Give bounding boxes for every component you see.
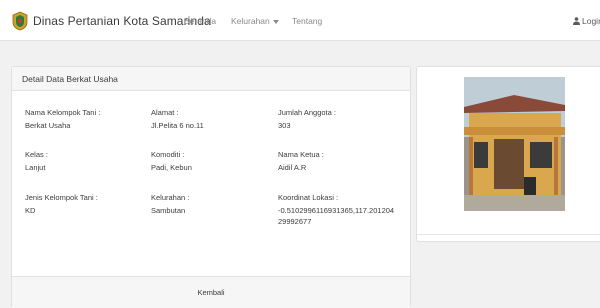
house-photo-image: [464, 77, 565, 211]
field-koordinat: Koordinat Lokasi : -0.5102996116931365,1…: [278, 192, 398, 227]
field-value: Aidil A.R: [278, 163, 307, 172]
detail-card: Detail Data Berkat Usaha Nama Kelompok T…: [11, 66, 411, 308]
field-jumlah-anggota: Jumlah Anggota : 303: [278, 107, 336, 131]
nav-link-tentang[interactable]: Tentang: [292, 16, 322, 26]
user-icon: [573, 17, 580, 25]
detail-card-header: Detail Data Berkat Usaha: [12, 67, 410, 91]
login-label: Login: [582, 16, 600, 26]
city-emblem-logo[interactable]: [11, 11, 29, 31]
field-value: Padi, Kebun: [151, 163, 192, 172]
field-label: Komoditi :: [151, 150, 185, 159]
caret-down-icon: [272, 19, 279, 24]
field-label: Kelurahan :: [151, 193, 190, 202]
field-value: Berkat Usaha: [25, 121, 71, 130]
field-label: Alamat :: [151, 108, 179, 117]
field-value: Jl.Pelita 6 no.11: [151, 121, 204, 130]
field-label: Jumlah Anggota :: [278, 108, 336, 117]
field-label: Kelas :: [25, 150, 48, 159]
detail-card-title: Detail Data Berkat Usaha: [22, 74, 118, 84]
field-alamat: Alamat : Jl.Pelita 6 no.11: [151, 107, 204, 131]
photo-card: [416, 66, 600, 242]
field-jenis-kelompok: Jenis Kelompok Tani : KD: [25, 192, 98, 216]
nav-link-beranda[interactable]: Beranda: [184, 16, 216, 26]
top-navbar: Dinas Pertanian Kota Samarinda Beranda K…: [0, 0, 600, 41]
field-kelurahan: Kelurahan : Sambutan: [151, 192, 189, 216]
field-label: Nama Ketua :: [278, 150, 324, 159]
field-label: Koordinat Lokasi :: [278, 193, 339, 202]
nav-dropdown-kelurahan[interactable]: Kelurahan: [231, 16, 279, 26]
field-value: -0.5102996116931365,117.20120429992677: [278, 206, 395, 226]
field-nama-ketua: Nama Ketua : Aidil A.R: [278, 149, 324, 173]
field-label: Jenis Kelompok Tani :: [25, 193, 98, 202]
field-label: Nama Kelompok Tani :: [25, 108, 101, 117]
back-button[interactable]: Kembali: [12, 288, 410, 297]
login-link[interactable]: Login: [573, 16, 600, 26]
photo-card-divider: [417, 234, 600, 235]
nav-dropdown-kelurahan-label: Kelurahan: [231, 16, 270, 26]
field-kelas: Kelas : Lanjut: [25, 149, 48, 173]
detail-card-footer: Kembali: [12, 276, 410, 308]
field-value: KD: [25, 206, 36, 215]
field-nama-kelompok: Nama Kelompok Tani : Berkat Usaha: [25, 107, 100, 131]
field-value: 303: [278, 121, 291, 130]
house-photo: [464, 77, 565, 211]
field-komoditi: Komoditi : Padi, Kebun: [151, 149, 192, 173]
field-value: Lanjut: [25, 163, 46, 172]
field-value: Sambutan: [151, 206, 186, 215]
